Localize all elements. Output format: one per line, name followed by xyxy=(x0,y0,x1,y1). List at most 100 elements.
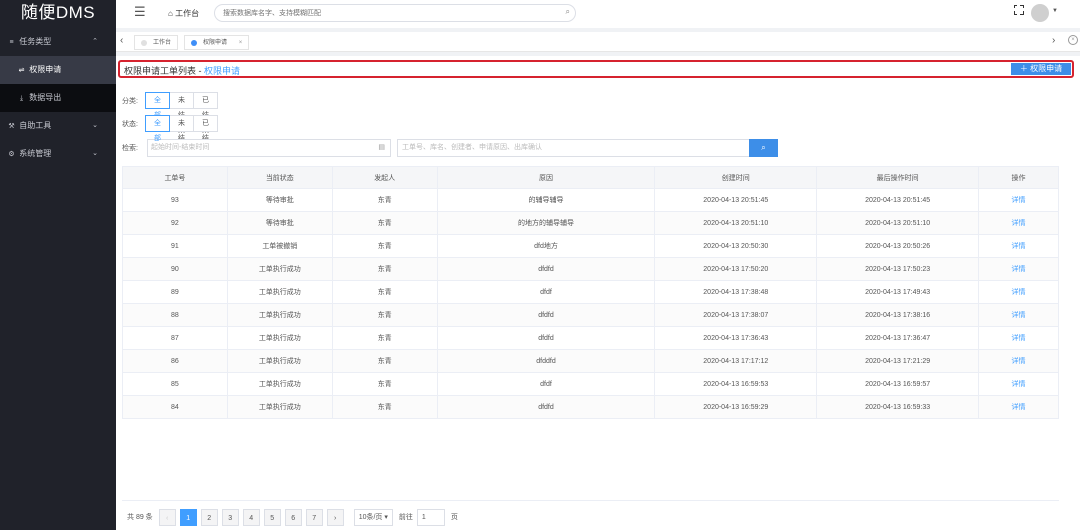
caret-down-icon[interactable]: ▼ xyxy=(1052,8,1058,14)
status-cell: 等待审批 xyxy=(226,188,333,212)
category-open-button[interactable]: 未结束 xyxy=(169,92,194,134)
last-operated-time-cell: 2020-04-13 20:50:26 xyxy=(816,234,980,258)
last-operated-time-cell: 2020-04-13 17:38:16 xyxy=(816,303,980,327)
column-header: 工单号 xyxy=(122,166,228,189)
filter-icon: ⇌ xyxy=(18,67,25,74)
chevron-up-icon: ⌃ xyxy=(92,38,98,45)
reason-cell: dfdfd xyxy=(436,303,656,327)
detail-link[interactable]: 详情 xyxy=(1012,220,1026,227)
created-time-cell: 2020-04-13 20:51:45 xyxy=(654,188,818,212)
close-all-tabs-icon[interactable]: × xyxy=(1068,35,1078,45)
ticket-id-cell: 88 xyxy=(122,303,228,327)
total-count: 共 89 条 xyxy=(127,514,153,521)
ticket-table: 工单号 当前状态 发起人 原因 创建时间 最后操作时间 操作 93 等待审批 东青 的辅导辅导 20… xyxy=(122,166,1059,419)
avatar[interactable] xyxy=(1031,4,1049,22)
sidebar-group-system-management[interactable]: ⚙ 系统管理 ⌄ xyxy=(0,140,116,168)
sidebar-item-data-export[interactable]: ⤓ 数据导出 xyxy=(0,84,116,112)
reason-cell: dfdfd xyxy=(436,326,656,350)
last-operated-time-cell: 2020-04-13 17:50:23 xyxy=(816,257,980,281)
category-filter-buttons: 全部 未结束 已结束 xyxy=(145,92,218,134)
page-number-button[interactable]: 3 xyxy=(221,508,239,526)
detail-link[interactable]: 详情 xyxy=(1012,381,1026,388)
detail-link[interactable]: 详情 xyxy=(1012,289,1026,296)
tab-workbench[interactable]: 工作台 xyxy=(134,35,179,50)
status-cell: 工单执行成功 xyxy=(226,257,333,281)
column-header: 发起人 xyxy=(331,166,438,189)
page-unit-label: 页 xyxy=(450,514,458,521)
status-cell: 工单执行成功 xyxy=(226,280,333,304)
prev-page-button[interactable]: ‹ xyxy=(158,508,176,526)
action-cell: 详情 xyxy=(978,395,1059,419)
page-number-button[interactable]: 1 xyxy=(179,508,197,526)
last-operated-time-cell: 2020-04-13 17:21:29 xyxy=(816,349,980,373)
page-number-button[interactable]: 7 xyxy=(305,508,323,526)
initiator-cell: 东青 xyxy=(331,303,438,327)
home-link[interactable]: ⌂ 工作台 xyxy=(168,8,199,19)
tab-permission-request[interactable]: 权限申请 × xyxy=(184,35,250,50)
page-number-button[interactable]: 4 xyxy=(242,508,260,526)
sidebar-group-self-service-tools[interactable]: ⚒ 自助工具 ⌄ xyxy=(0,112,116,140)
status-cell: 工单执行成功 xyxy=(226,326,333,350)
status-closed-button[interactable]: 已结束 xyxy=(193,115,218,157)
status-cell: 工单执行成功 xyxy=(226,303,333,327)
ticket-id-cell: 91 xyxy=(122,234,228,258)
tab-close-icon[interactable]: × xyxy=(239,40,243,46)
status-open-button[interactable]: 未结束 xyxy=(169,115,194,157)
new-permission-request-button[interactable]: ＋ 权限申请 xyxy=(1011,63,1071,75)
reason-cell: dfddfd xyxy=(436,349,656,373)
detail-link[interactable]: 详情 xyxy=(1012,335,1026,342)
page-title-bar: 权限申请工单列表 - 权限申请 ＋ 权限申请 xyxy=(118,60,1074,78)
chevron-down-icon: ⌄ xyxy=(92,150,98,157)
pagination: 共 89 条 ‹ 1234567 › 10条/页 ▾ 前往 1 页 xyxy=(127,508,458,526)
reason-cell: dfdfd xyxy=(436,257,656,281)
detail-link[interactable]: 详情 xyxy=(1012,312,1026,319)
date-range-picker[interactable]: 起始时间-结束时间 ▤ xyxy=(147,139,391,157)
action-cell: 详情 xyxy=(978,211,1059,235)
detail-link[interactable]: 详情 xyxy=(1012,358,1026,365)
page-number-button[interactable]: 2 xyxy=(200,508,218,526)
detail-link[interactable]: 详情 xyxy=(1012,243,1026,250)
last-operated-time-cell: 2020-04-13 16:59:33 xyxy=(816,395,980,419)
goto-page-input[interactable]: 1 xyxy=(416,508,445,526)
reason-cell: dfdf xyxy=(436,372,656,396)
last-operated-time-cell: 2020-04-13 20:51:10 xyxy=(816,211,980,235)
initiator-cell: 东青 xyxy=(331,372,438,396)
fullscreen-icon[interactable] xyxy=(1013,4,1024,15)
created-time-cell: 2020-04-13 17:17:12 xyxy=(654,349,818,373)
tabs-scroll-left-icon[interactable]: ‹ xyxy=(120,35,123,46)
status-all-button[interactable]: 全部 xyxy=(145,115,170,142)
database-search-input[interactable] xyxy=(223,5,553,21)
detail-link[interactable]: 详情 xyxy=(1012,266,1026,273)
column-header: 创建时间 xyxy=(654,166,818,189)
sidebar-group-label: 任务类型 xyxy=(19,37,52,46)
next-page-button[interactable]: › xyxy=(326,508,344,526)
list-icon: ≡ xyxy=(9,39,14,46)
sidebar-item-label: 数据导出 xyxy=(29,93,62,102)
created-time-cell: 2020-04-13 20:51:10 xyxy=(654,211,818,235)
ticket-id-cell: 90 xyxy=(122,257,228,281)
detail-link[interactable]: 详情 xyxy=(1012,404,1026,411)
category-closed-button[interactable]: 已结束 xyxy=(193,92,218,134)
search-button[interactable]: ⌕ xyxy=(749,139,778,157)
action-cell: 详情 xyxy=(978,372,1059,396)
created-time-cell: 2020-04-13 16:59:53 xyxy=(654,372,818,396)
status-cell: 等待审批 xyxy=(226,211,333,235)
tools-icon: ⚒ xyxy=(8,123,15,130)
page-number-button[interactable]: 5 xyxy=(263,508,281,526)
tab-dot-icon xyxy=(141,40,147,46)
detail-link[interactable]: 详情 xyxy=(1012,197,1026,204)
page-number-button[interactable]: 6 xyxy=(284,508,302,526)
sidebar-item-permission-request[interactable]: ⇌ 权限申请 xyxy=(0,56,116,84)
table-bottom-border xyxy=(122,500,1059,501)
initiator-cell: 东青 xyxy=(331,395,438,419)
menu-toggle-icon[interactable]: ☰ xyxy=(134,4,146,20)
search-icon[interactable]: ⌕ xyxy=(566,7,570,17)
tabs-scroll-right-icon[interactable]: › xyxy=(1052,35,1055,46)
tab-label: 权限申请 xyxy=(203,40,228,46)
action-cell: 详情 xyxy=(978,257,1059,281)
action-cell: 详情 xyxy=(978,188,1059,212)
page-size-select[interactable]: 10条/页 ▾ xyxy=(353,508,393,526)
keyword-search-input[interactable]: 工单号、库名、创建者、申请原因、出库确认 xyxy=(397,139,750,157)
sidebar-group-task-type[interactable]: ≡ 任务类型 ⌃ xyxy=(0,28,116,56)
category-all-button[interactable]: 全部 xyxy=(145,92,170,119)
